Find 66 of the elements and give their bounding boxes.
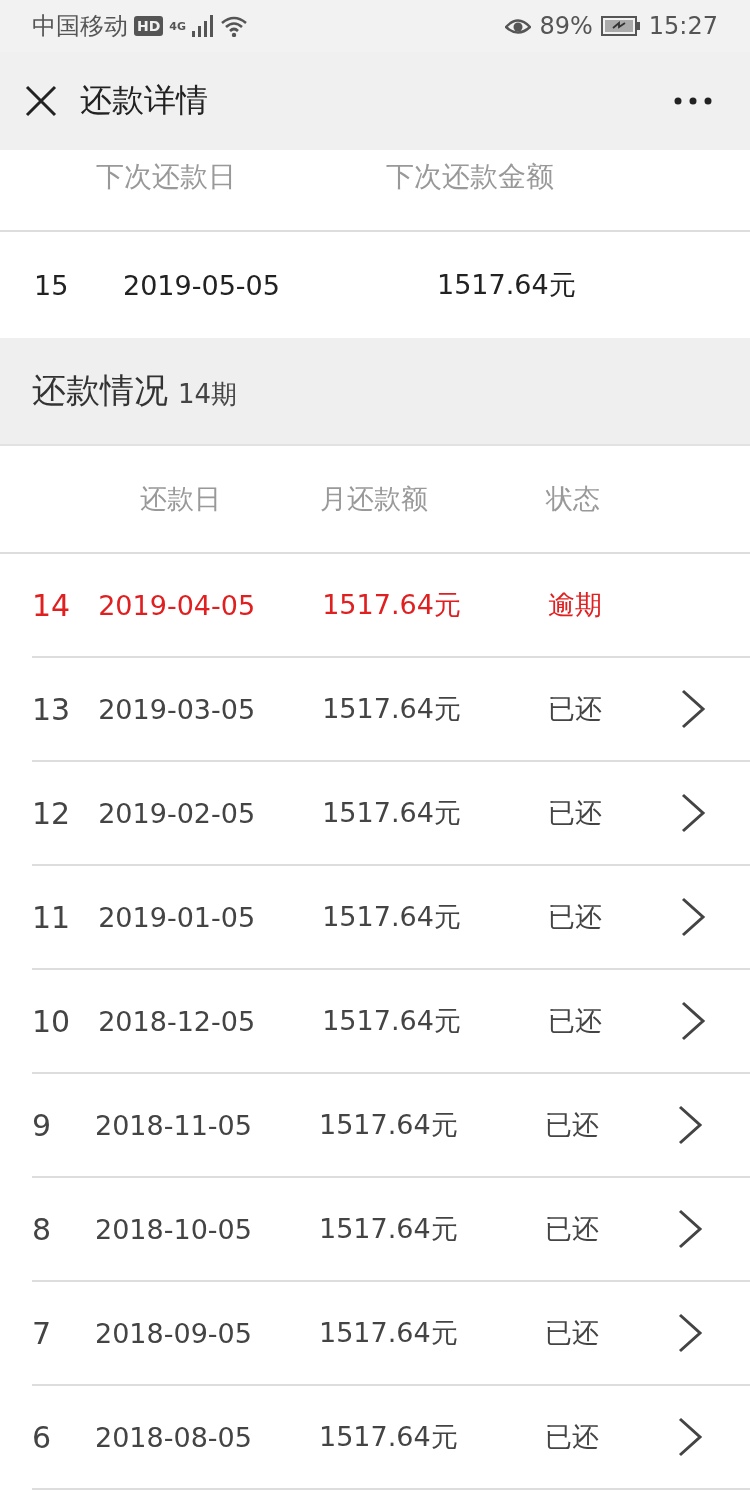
due-date: 2018-11-05 <box>95 1109 253 1141</box>
payment-amount: 1517.64元 <box>319 1420 459 1454</box>
payment-status: 已还 <box>548 900 604 934</box>
payment-amount: 1517.64元 <box>322 692 462 726</box>
payment-amount: 1517.64元 <box>322 900 462 934</box>
network-type: 4G <box>169 20 187 33</box>
due-date: 2019-01-05 <box>98 901 257 933</box>
clock-time: 15:27 <box>648 12 718 40</box>
signal-icon <box>192 15 215 37</box>
due-date: 2019-04-05 <box>98 589 257 621</box>
chevron-right-icon[interactable] <box>680 793 707 833</box>
chevron-right-icon[interactable] <box>677 1417 703 1457</box>
payment-amount: 1517.64元 <box>319 1212 459 1246</box>
battery-percent: 89% <box>539 12 593 40</box>
payment-amount: 1517.64元 <box>322 796 462 830</box>
due-date: 2019-05-05 <box>123 269 281 301</box>
eye-icon <box>505 16 532 36</box>
period-count: 14期 <box>178 377 238 411</box>
page-title: 还款详情 <box>80 80 208 121</box>
hd-badge: HD <box>134 16 164 36</box>
payment-status: 已还 <box>545 1212 600 1246</box>
chevron-right-icon[interactable] <box>677 1105 703 1145</box>
due-date: 2018-10-05 <box>95 1213 253 1245</box>
chevron-right-icon[interactable] <box>680 689 707 729</box>
period-number: 6 <box>32 1419 53 1455</box>
payment-status: 已还 <box>548 796 604 830</box>
payment-status: 已还 <box>548 1004 604 1038</box>
period-number: 14 <box>32 587 71 623</box>
payment-amount: 1517.64元 <box>322 588 462 622</box>
chevron-right-icon[interactable] <box>680 1001 707 1041</box>
chevron-right-icon[interactable] <box>677 1209 703 1249</box>
period-number: 9 <box>32 1107 53 1143</box>
payment-status: 逾期 <box>548 588 604 622</box>
period-number: 11 <box>32 899 71 935</box>
due-date: 2018-12-05 <box>98 1005 257 1037</box>
carrier-name: 中国移动 <box>32 11 128 42</box>
payment-status: 已还 <box>545 1316 600 1350</box>
column-header: 状态 <box>546 482 600 516</box>
close-icon[interactable] <box>24 84 58 118</box>
due-date: 2019-03-05 <box>98 693 257 725</box>
column-header: 下次还款日 <box>96 159 236 195</box>
period-number: 12 <box>32 795 71 831</box>
more-icon[interactable] <box>674 97 712 105</box>
battery-icon <box>600 16 641 36</box>
payment-status: 已还 <box>545 1108 600 1142</box>
payment-amount: 1517.64元 <box>322 1004 462 1038</box>
period-number: 7 <box>32 1315 53 1351</box>
payment-amount: 1517.64元 <box>319 1108 459 1142</box>
due-date: 2019-02-05 <box>98 797 257 829</box>
payment-status: 已还 <box>545 1420 600 1454</box>
column-header: 下次还款金额 <box>386 159 554 195</box>
period-number: 8 <box>32 1211 53 1247</box>
wifi-icon <box>220 15 249 37</box>
payment-amount: 1517.64元 <box>319 1316 459 1350</box>
section-title: 还款情况 <box>32 369 168 412</box>
column-header: 还款日 <box>140 482 222 516</box>
due-date: 2018-08-05 <box>95 1421 253 1453</box>
period-number: 13 <box>32 691 71 727</box>
column-header: 月还款额 <box>320 482 429 516</box>
payment-status: 已还 <box>548 692 604 726</box>
chevron-right-icon[interactable] <box>680 897 707 937</box>
period-number: 15 <box>34 269 70 301</box>
chevron-right-icon[interactable] <box>677 1313 703 1353</box>
due-date: 2018-09-05 <box>95 1317 253 1349</box>
period-number: 10 <box>32 1003 71 1039</box>
payment-amount: 1517.64元 <box>437 268 576 302</box>
